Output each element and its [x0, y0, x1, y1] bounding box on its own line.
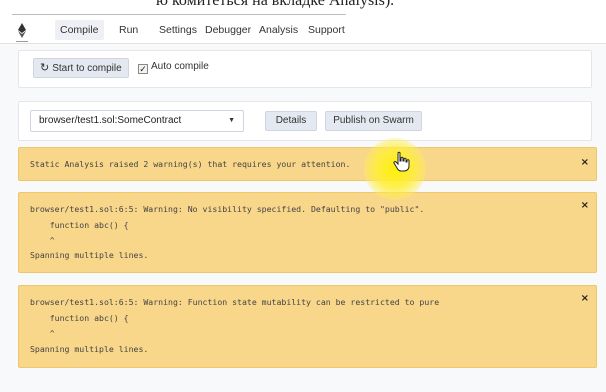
caption-text: ю комитеться на вкладке Analysis). — [156, 0, 395, 9]
warning-code-line: function abc() { — [30, 220, 129, 230]
close-icon[interactable]: × — [581, 157, 589, 168]
warning-caret: ^ — [30, 235, 55, 245]
tab-support[interactable]: Support — [303, 20, 350, 40]
details-button[interactable]: Details — [265, 111, 317, 131]
contract-select[interactable]: browser/test1.sol:SomeContract ▼ — [30, 110, 244, 132]
top-navbar: Compile Run Settings Debugger Analysis S… — [0, 15, 606, 43]
publish-on-swarm-button[interactable]: Publish on Swarm — [325, 111, 422, 131]
page-caption: ю комитеться на вкладке Analysis). — [0, 0, 606, 14]
remix-logo-icon — [16, 23, 28, 42]
alert-text: Static Analysis raised 2 warning(s) that… — [30, 159, 351, 169]
static-analysis-alert: Static Analysis raised 2 warning(s) that… — [18, 147, 597, 181]
refresh-icon: ↻ — [40, 62, 50, 74]
tab-debugger[interactable]: Debugger — [200, 20, 256, 40]
hand-pointer-icon — [393, 151, 410, 172]
warning-message: browser/test1.sol:6:5: Warning: No visib… — [30, 204, 425, 214]
auto-compile-checkbox[interactable]: ✓ — [138, 64, 148, 74]
tab-settings[interactable]: Settings — [154, 20, 202, 40]
dropdown-arrow-icon: ▼ — [228, 117, 235, 124]
start-to-compile-button[interactable]: ↻ Start to compile — [33, 58, 129, 78]
tab-run[interactable]: Run — [114, 20, 143, 40]
warning-note: Spanning multiple lines. — [30, 344, 149, 354]
warning-note: Spanning multiple lines. — [30, 250, 149, 260]
warning-message: browser/test1.sol:6:5: Warning: Function… — [30, 297, 440, 307]
close-icon[interactable]: × — [581, 200, 589, 211]
start-to-compile-label: Start to compile — [52, 63, 122, 74]
tab-compile[interactable]: Compile — [55, 20, 104, 40]
warning-box-mutability: browser/test1.sol:6:5: Warning: Function… — [18, 285, 597, 368]
warning-code-line: function abc() { — [30, 313, 129, 323]
contract-select-value: browser/test1.sol:SomeContract — [39, 115, 182, 126]
close-icon[interactable]: × — [581, 293, 589, 304]
warning-caret: ^ — [30, 328, 55, 338]
tab-analysis[interactable]: Analysis — [254, 20, 303, 40]
auto-compile-label: Auto compile — [151, 61, 209, 72]
warning-box-visibility: browser/test1.sol:6:5: Warning: No visib… — [18, 192, 597, 273]
